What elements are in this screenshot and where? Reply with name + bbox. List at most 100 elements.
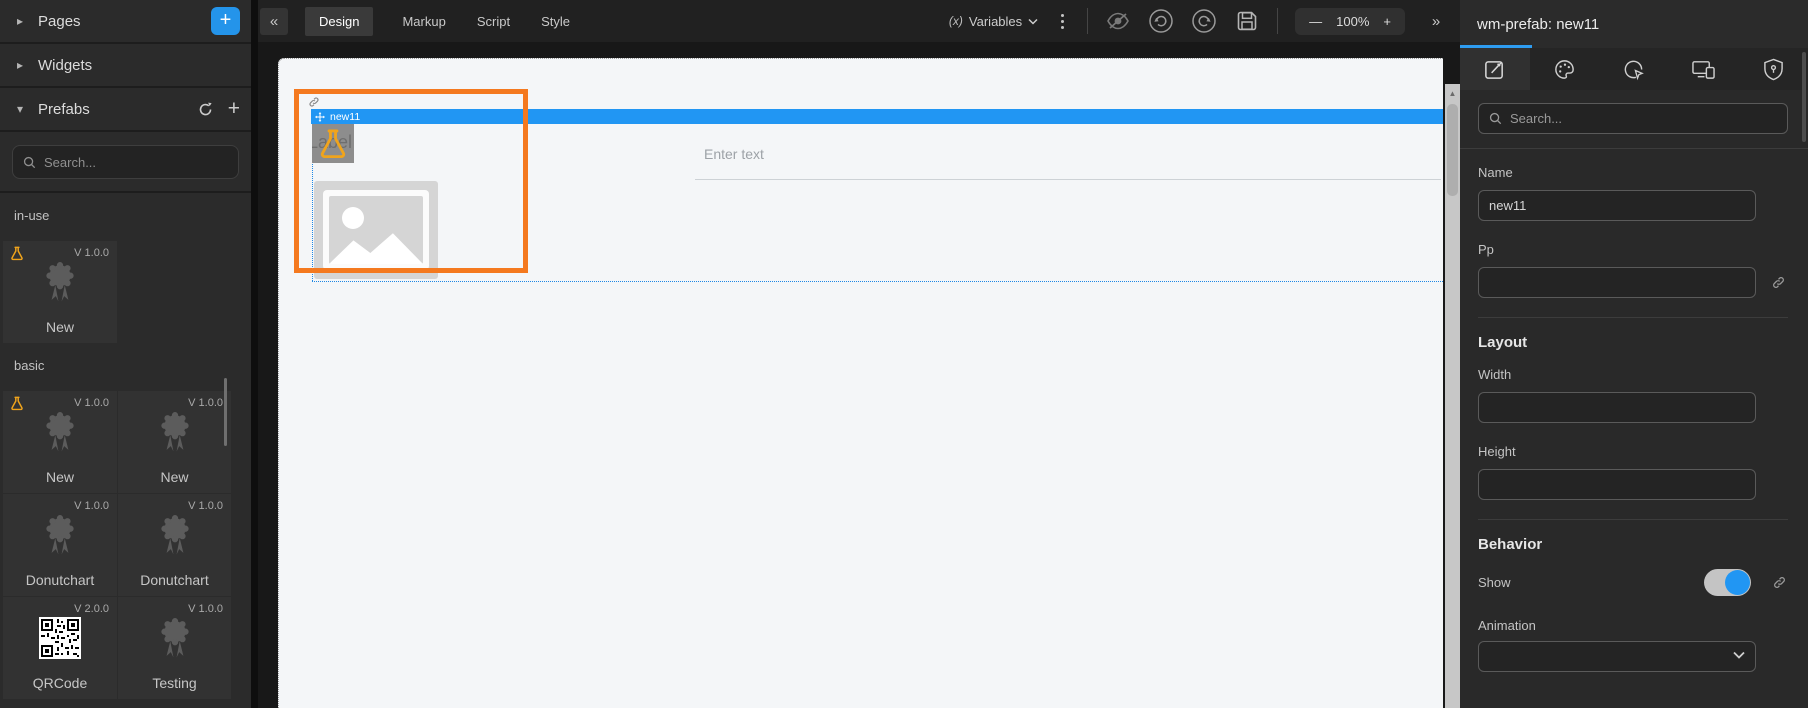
tab-security[interactable]	[1738, 48, 1808, 90]
redo-icon[interactable]	[1191, 8, 1217, 34]
refresh-icon[interactable]	[197, 101, 214, 118]
widgets-label: Widgets	[38, 56, 93, 74]
prefab-version: V 1.0.0	[188, 603, 223, 615]
sidebar-section-pages[interactable]: ▸ Pages +	[0, 0, 251, 44]
wavemaker-studio: ▸ Pages + ▸ Widgets ▾ Prefabs + Search..…	[0, 0, 1808, 708]
empty-cell	[118, 241, 231, 343]
undo-icon[interactable]	[1148, 8, 1174, 34]
tab-properties[interactable]	[1460, 48, 1530, 90]
rosette-icon	[46, 515, 74, 555]
prefab-version: V 2.0.0	[74, 603, 109, 615]
height-field[interactable]	[1478, 469, 1756, 500]
tab-devices[interactable]	[1669, 48, 1739, 90]
properties-search-input[interactable]: Search...	[1478, 103, 1788, 134]
scroll-up-arrow[interactable]: ▲	[1445, 84, 1460, 98]
sidebar-section-prefabs[interactable]: ▾ Prefabs +	[0, 88, 251, 132]
show-field-row: Show	[1478, 569, 1788, 596]
main-area: « Design Markup Script Style (x) Variabl…	[258, 0, 1460, 708]
tab-style[interactable]: Style	[539, 7, 572, 36]
prefab-name: New	[45, 469, 74, 485]
tab-markup[interactable]: Markup	[400, 7, 447, 36]
width-field[interactable]	[1478, 392, 1756, 423]
qrcode-image	[39, 617, 81, 659]
prefab-version: V 1.0.0	[188, 397, 223, 409]
prefab-name: Donutchart	[25, 572, 95, 588]
canvas-scrollbar[interactable]: ▲	[1445, 84, 1460, 708]
rosette-icon	[160, 618, 189, 658]
chevron-down-icon	[1028, 18, 1038, 25]
properties-panel: wm-prefab: new11 Search... Name new11 Pp…	[1460, 0, 1808, 708]
canvas-text-input-widget[interactable]: Enter text	[695, 123, 1441, 180]
tab-design[interactable]: Design	[305, 6, 374, 36]
show-toggle[interactable]	[1704, 569, 1751, 596]
prefab-card-donutchart-2[interactable]: V 1.0.0 Donutchart	[118, 494, 231, 596]
width-field-label: Width	[1478, 367, 1512, 382]
tab-events[interactable]	[1599, 48, 1669, 90]
basic-card-grid: V 1.0.0 New V 1.0.0 New V 1.0.0 Donutcha…	[3, 391, 251, 699]
toolbar-right-group: (x) Variables — 100% + »	[949, 7, 1450, 35]
palette-icon	[1555, 59, 1574, 79]
zoom-in-button[interactable]: +	[1383, 14, 1391, 29]
collapse-sidebar-button[interactable]: «	[260, 7, 288, 35]
chevron-down-icon	[1733, 651, 1745, 659]
flask-icon	[11, 396, 23, 411]
group-label-in-use: in-use	[14, 208, 50, 223]
mode-tabs: Design Markup Script Style	[305, 6, 572, 36]
prefab-search-wrap: Search...	[0, 132, 251, 193]
tab-script[interactable]: Script	[475, 7, 512, 36]
widget-boundary-bottom	[312, 281, 1443, 282]
variables-icon: (x)	[948, 14, 963, 28]
sidebar-scrollbar-thumb[interactable]	[224, 378, 227, 446]
prefab-version: V 1.0.0	[74, 397, 109, 409]
add-prefab-icon[interactable]: +	[228, 98, 240, 119]
prefab-version: V 1.0.0	[74, 500, 109, 512]
zoom-out-button[interactable]: —	[1309, 14, 1322, 29]
toolbar-divider	[1087, 8, 1089, 34]
save-icon[interactable]	[1234, 8, 1260, 34]
prefab-card-testing[interactable]: V 1.0.0 Testing	[118, 597, 231, 699]
selected-widget-title: wm-prefab: new11	[1477, 15, 1600, 33]
pp-field[interactable]	[1478, 267, 1756, 298]
add-page-button[interactable]: +	[211, 7, 240, 35]
left-sidebar: ▸ Pages + ▸ Widgets ▾ Prefabs + Search..…	[0, 0, 258, 708]
canvas-page[interactable]: new11 Label Enter text	[278, 58, 1443, 708]
search-placeholder: Search...	[44, 154, 97, 170]
properties-panel-header: wm-prefab: new11	[1460, 0, 1808, 48]
prefab-card-new-2[interactable]: V 1.0.0 New	[118, 391, 231, 493]
section-divider	[1478, 317, 1788, 318]
top-toolbar: « Design Markup Script Style (x) Variabl…	[258, 0, 1460, 42]
variables-dropdown[interactable]: (x) Variables	[949, 14, 1038, 29]
sidebar-section-widgets[interactable]: ▸ Widgets	[0, 44, 251, 88]
more-options-button[interactable]	[1055, 12, 1070, 31]
prefab-card-qrcode[interactable]: V 2.0.0 QRCode	[3, 597, 117, 699]
toolbar-divider	[1277, 8, 1279, 34]
name-field[interactable]	[1478, 190, 1756, 221]
prefab-card-new-inuse[interactable]: V 1.0.0 New	[3, 241, 117, 343]
zoom-control: — 100% +	[1295, 7, 1405, 35]
prefab-search-input[interactable]: Search...	[12, 145, 239, 179]
tab-styles[interactable]	[1530, 48, 1600, 90]
show-field-label: Show	[1478, 575, 1511, 590]
prefab-card-donutchart-1[interactable]: V 1.0.0 Donutchart	[3, 494, 117, 596]
pointer-circle-icon	[1625, 60, 1645, 80]
collapse-right-panel-button[interactable]: »	[1422, 8, 1450, 35]
toggle-knob	[1725, 570, 1750, 595]
pp-field-row	[1478, 267, 1788, 298]
pages-label: Pages	[38, 12, 81, 30]
name-field-label: Name	[1478, 165, 1513, 180]
animation-select[interactable]	[1478, 641, 1756, 672]
canvas-scrollbar-thumb[interactable]	[1447, 104, 1458, 196]
pp-field-label: Pp	[1478, 242, 1494, 257]
prefab-card-new-1[interactable]: V 1.0.0 New	[3, 391, 117, 493]
height-field-label: Height	[1478, 444, 1516, 459]
search-icon	[23, 156, 36, 168]
properties-form: Name Pp Layout Width Height Behavior Sho…	[1460, 165, 1808, 672]
shield-keyhole-icon	[1763, 58, 1783, 80]
panel-scrollbar-thumb[interactable]	[1802, 52, 1806, 142]
preview-hidden-icon[interactable]	[1105, 8, 1131, 34]
variables-label: Variables	[968, 13, 1023, 29]
behavior-heading: Behavior	[1478, 536, 1543, 553]
chevron-down-icon: ▾	[17, 102, 24, 116]
bind-link-icon[interactable]	[1770, 274, 1787, 291]
bind-link-icon[interactable]	[1771, 574, 1788, 591]
